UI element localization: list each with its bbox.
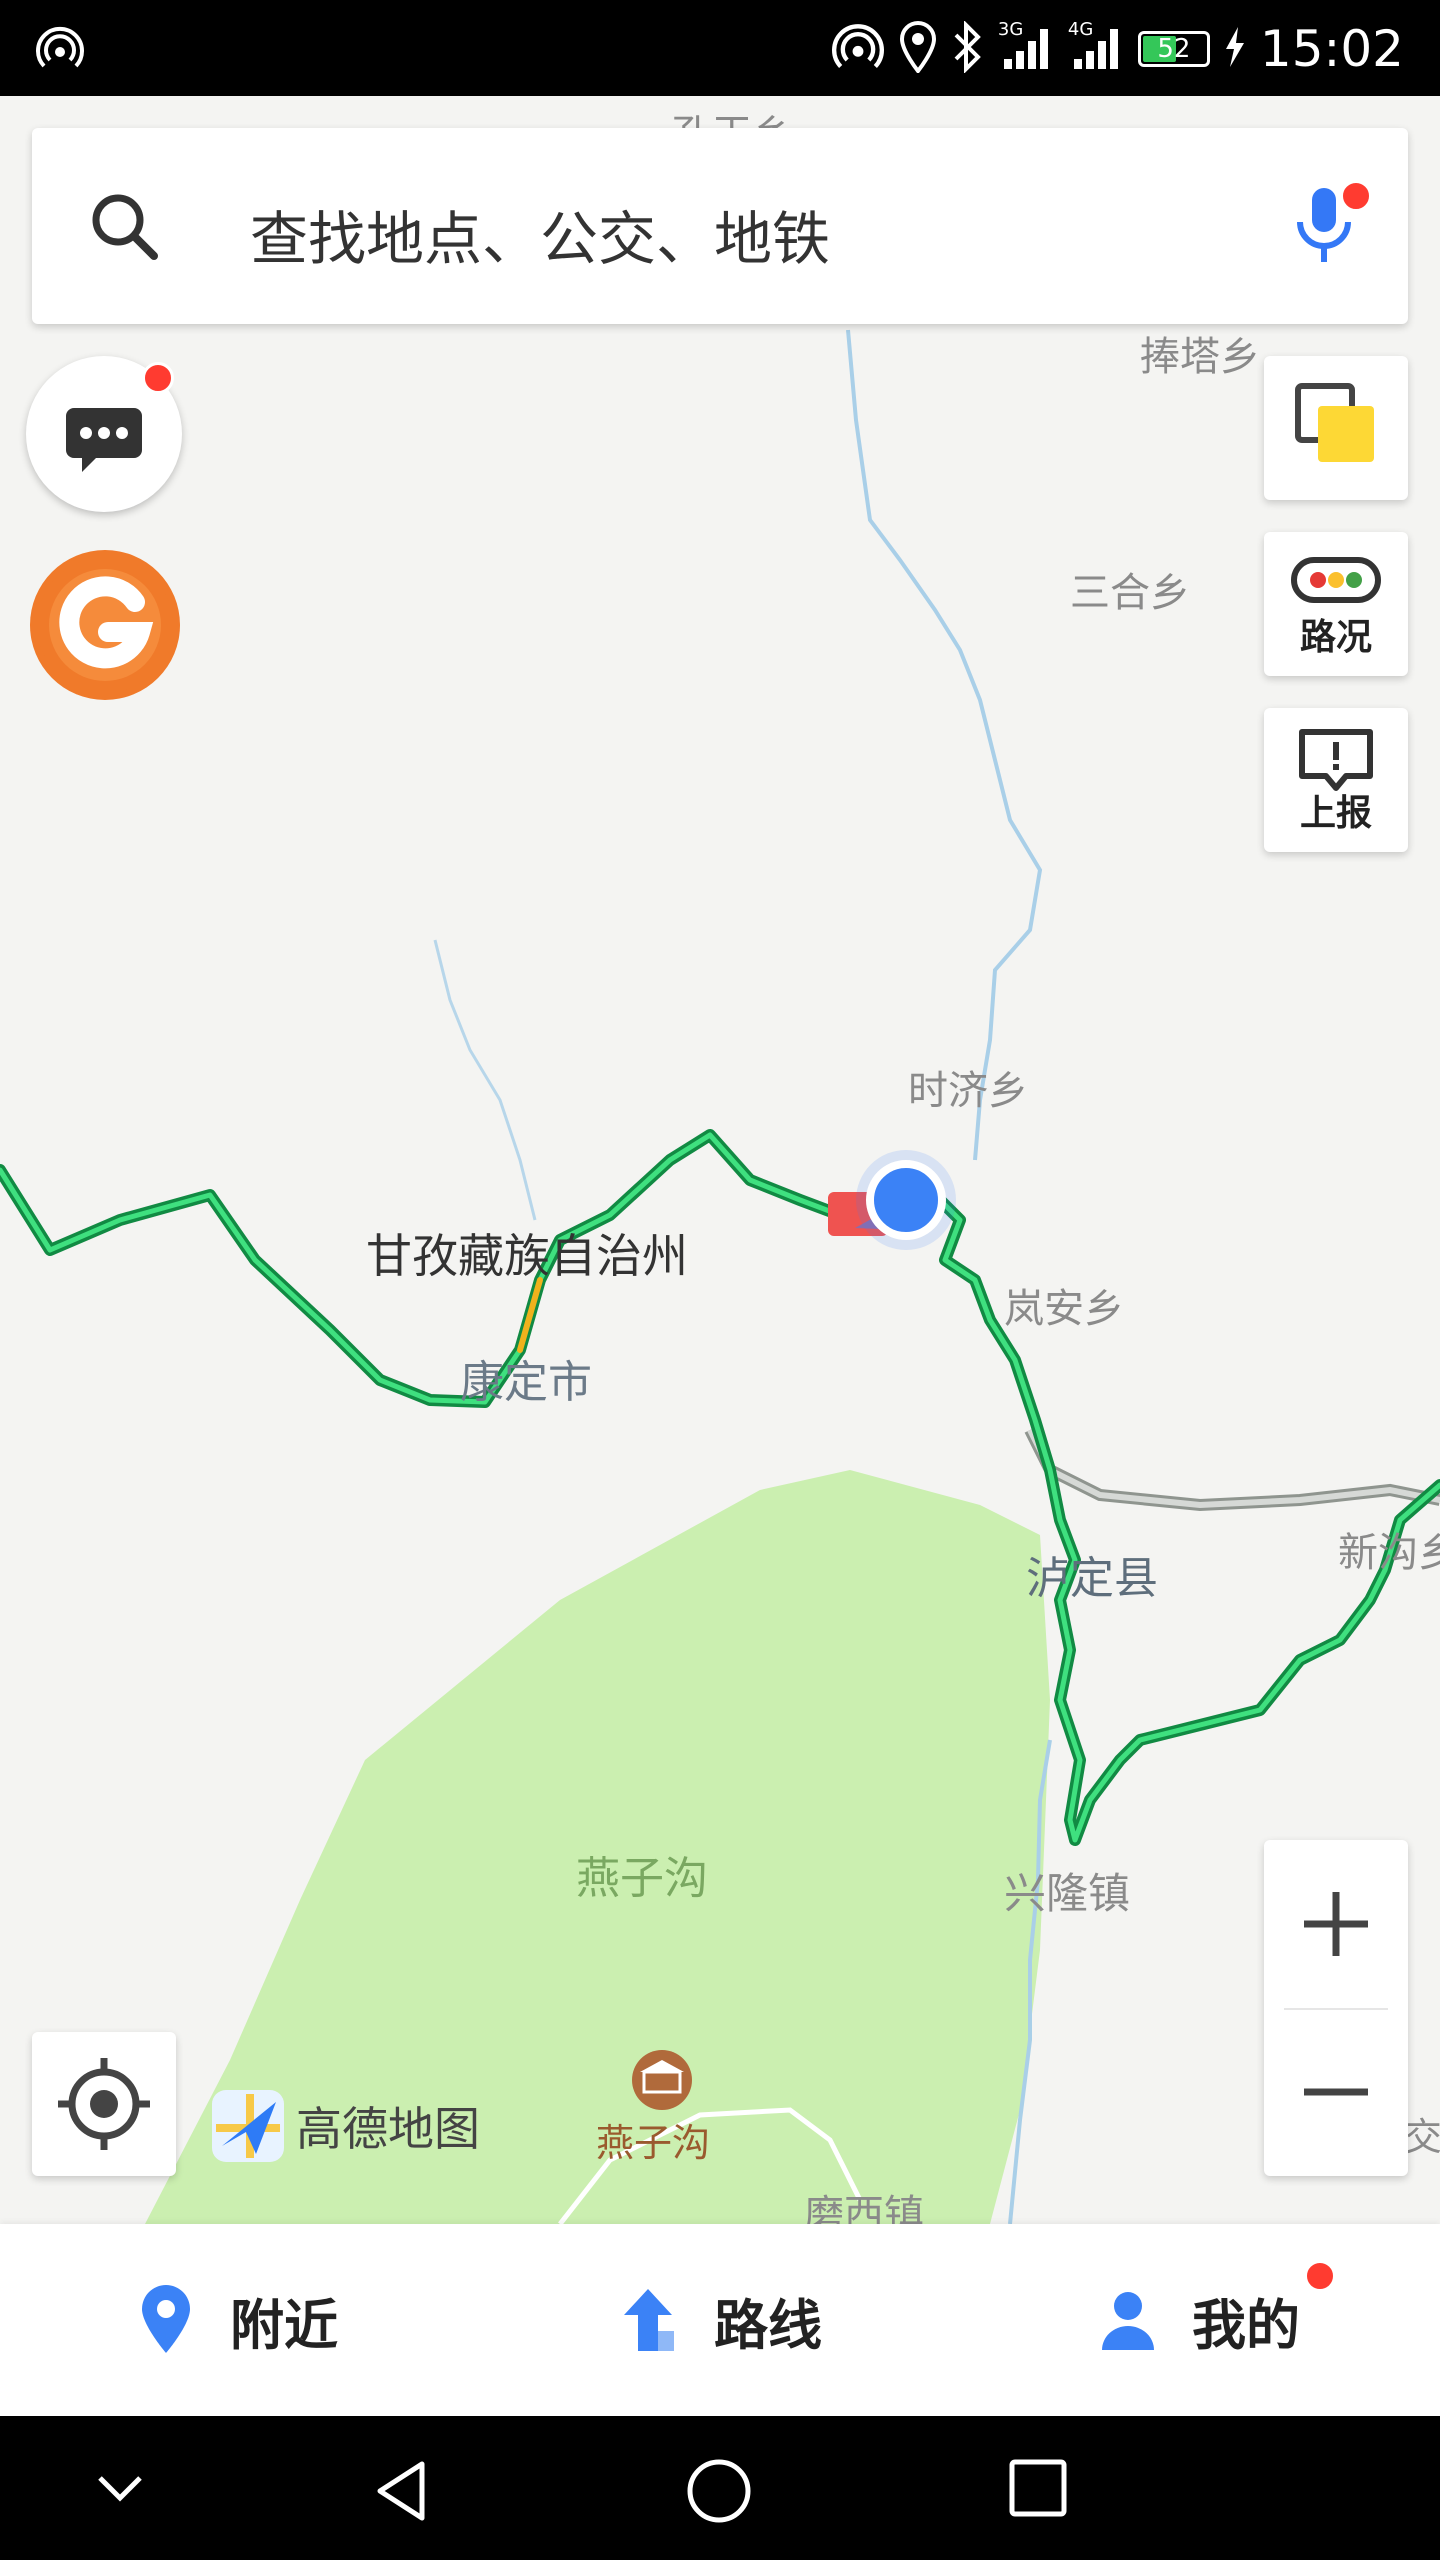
museum-poi-icon bbox=[632, 2050, 692, 2110]
amap-logo: 高德地图 bbox=[210, 2088, 480, 2164]
chevron-down-icon bbox=[98, 2476, 142, 2502]
locate-me-button[interactable] bbox=[32, 2032, 176, 2176]
voice-notification-dot bbox=[1340, 180, 1372, 212]
search-bar[interactable]: 查找地点、公交、地铁 bbox=[32, 128, 1408, 324]
status-time: 15:02 bbox=[1259, 20, 1404, 78]
map-label-pengta: 捧塔乡 bbox=[1140, 334, 1260, 380]
map-label-moxi: 磨西镇 bbox=[804, 2192, 924, 2224]
amap-logo-icon bbox=[212, 2090, 284, 2162]
nav-route[interactable]: 路线 bbox=[618, 2224, 822, 2416]
bluetooth-icon bbox=[952, 20, 984, 77]
search-input-placeholder[interactable]: 查找地点、公交、地铁 bbox=[250, 192, 830, 276]
message-button[interactable] bbox=[26, 356, 182, 512]
river bbox=[433, 939, 537, 1221]
nav-nearby[interactable]: 附近 bbox=[138, 2224, 338, 2416]
road bbox=[517, 1277, 543, 1353]
charging-icon bbox=[1224, 25, 1246, 73]
river bbox=[846, 329, 1043, 1161]
g-activity-button[interactable] bbox=[30, 550, 180, 700]
map-label-ganzi: 甘孜藏族自治州 bbox=[366, 1229, 688, 1283]
mine-notification-dot bbox=[1304, 2260, 1336, 2292]
recents-button[interactable] bbox=[1006, 2456, 1070, 2524]
bottom-nav: 附近 路线 我的 bbox=[0, 2224, 1440, 2416]
layers-icon bbox=[1295, 383, 1374, 462]
zoom-out-button[interactable] bbox=[1264, 2008, 1408, 2176]
map-label-yanzigou-area: 燕子沟 bbox=[576, 1853, 708, 1904]
location-icon bbox=[898, 21, 938, 77]
location-dot bbox=[866, 1160, 946, 1240]
g-logo-icon bbox=[37, 557, 173, 693]
map-label-lanan: 岚安乡 bbox=[1004, 1286, 1124, 1332]
map-view[interactable]: 孔玉乡 捧塔乡 三合乡 时济乡 甘孜藏族自治州 康定市 岚安乡 泸定县 新沟乡 … bbox=[0, 96, 1440, 2224]
signal-3g-icon: 3G bbox=[998, 19, 1054, 75]
android-nav-bar bbox=[0, 2416, 1440, 2560]
amap-logo-text: 高德地图 bbox=[296, 2102, 480, 2156]
back-button[interactable] bbox=[366, 2456, 436, 2530]
user-icon bbox=[1102, 2292, 1154, 2350]
map-label-xingou: 新沟乡 bbox=[1338, 1530, 1440, 1576]
status-bar: 3G 4G 52 15:02 bbox=[0, 0, 1440, 96]
home-button[interactable] bbox=[684, 2456, 754, 2530]
traffic-label: 路况 bbox=[1299, 617, 1372, 658]
map-label-right-partial: 交 bbox=[1404, 2115, 1440, 2159]
map-label-kangding: 康定市 bbox=[460, 1357, 592, 1408]
search-icon bbox=[84, 186, 164, 270]
map-canvas bbox=[0, 329, 1440, 2224]
report-button[interactable]: 上报 bbox=[1264, 708, 1408, 852]
home-circle-icon bbox=[687, 2459, 751, 2523]
crosshair-icon bbox=[58, 2058, 150, 2150]
plus-icon bbox=[1304, 1892, 1368, 1956]
map-label-sanhe: 三合乡 bbox=[1070, 570, 1190, 616]
layers-button[interactable] bbox=[1264, 356, 1408, 500]
map-label-xinglong: 兴隆镇 bbox=[1004, 1869, 1131, 1918]
message-notification-dot bbox=[142, 362, 174, 394]
screen: 3G 4G 52 15:02 捧塔乡 三合乡 时济乡 甘孜藏族自治州 康定市 岚… bbox=[0, 0, 1440, 2560]
recents-square-icon bbox=[1009, 2459, 1067, 2517]
nav-mine-label: 我的 bbox=[1192, 2293, 1300, 2357]
nav-route-label: 路线 bbox=[714, 2293, 822, 2357]
battery-icon: 52 bbox=[1137, 31, 1210, 67]
traffic-button[interactable]: 路况 bbox=[1264, 532, 1408, 676]
nav-nearby-label: 附近 bbox=[230, 2293, 338, 2357]
hotspot-icon bbox=[36, 24, 84, 76]
map-label-yanzigou-poi: 燕子沟 bbox=[596, 2121, 711, 2165]
zoom-controls bbox=[1264, 1840, 1408, 2176]
back-triangle-icon bbox=[377, 2461, 425, 2521]
map-label-shiji: 时济乡 bbox=[908, 1068, 1028, 1114]
map-label-luding: 泸定县 bbox=[1026, 1553, 1158, 1604]
nav-mine[interactable]: 我的 bbox=[1100, 2224, 1336, 2416]
map-pin-icon bbox=[142, 2285, 190, 2353]
voice-search-button[interactable] bbox=[1292, 180, 1372, 272]
hide-nav-button[interactable] bbox=[90, 2456, 150, 2520]
highway bbox=[1027, 1428, 1440, 1509]
route-arrow-icon bbox=[624, 2289, 674, 2351]
battery-level: 52 bbox=[1157, 34, 1191, 64]
zoom-in-button[interactable] bbox=[1264, 1840, 1408, 2008]
hotspot-icon bbox=[831, 21, 884, 77]
minus-icon bbox=[1304, 2088, 1368, 2096]
report-label: 上报 bbox=[1299, 793, 1372, 834]
signal-4g-icon: 4G bbox=[1068, 19, 1124, 75]
